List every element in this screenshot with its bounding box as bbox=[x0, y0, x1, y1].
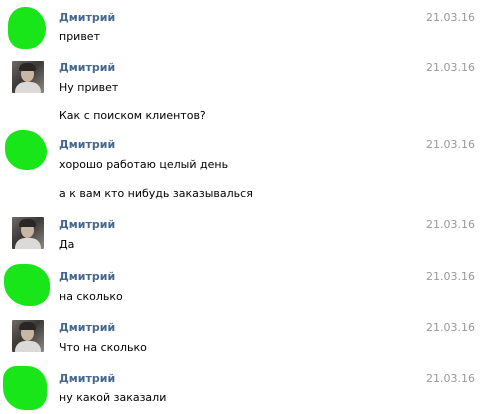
author-name[interactable]: Дмитрий bbox=[59, 138, 115, 151]
message-text: привет bbox=[59, 30, 100, 43]
redacted-avatar bbox=[8, 7, 46, 49]
redacted-avatar bbox=[3, 366, 47, 410]
redacted-avatar bbox=[4, 264, 50, 306]
message-date[interactable]: 21.03.16 bbox=[426, 372, 475, 385]
author-name[interactable]: Дмитрий bbox=[59, 270, 115, 283]
author-name[interactable]: Дмитрий bbox=[59, 61, 115, 74]
author-name[interactable]: Дмитрий bbox=[59, 11, 115, 24]
message-text: хорошо работаю целый день bbox=[59, 158, 229, 171]
message-7: Дмитрий 21.03.16 ну какой заказали bbox=[0, 366, 481, 414]
message-text: ну какой заказали bbox=[59, 391, 167, 404]
message-2: Дмитрий 21.03.16 Ну привет Как с поиском… bbox=[0, 56, 481, 130]
message-1: Дмитрий 21.03.16 привет bbox=[0, 0, 481, 56]
message-date[interactable]: 21.03.16 bbox=[426, 270, 475, 283]
message-text: Да bbox=[59, 238, 75, 251]
author-name[interactable]: Дмитрий bbox=[59, 321, 115, 334]
message-date[interactable]: 21.03.16 bbox=[426, 61, 475, 74]
message-6: Дмитрий 21.03.16 Что на сколько bbox=[0, 316, 481, 366]
author-name[interactable]: Дмитрий bbox=[59, 218, 115, 231]
message-text: Что на сколько bbox=[59, 341, 147, 354]
avatar[interactable] bbox=[12, 320, 44, 352]
message-text: на сколько bbox=[59, 290, 123, 303]
message-3: Дмитрий 21.03.16 хорошо работаю целый де… bbox=[0, 130, 481, 216]
author-name[interactable]: Дмитрий bbox=[59, 372, 115, 385]
message-5: Дмитрий 21.03.16 на сколько bbox=[0, 264, 481, 316]
message-date[interactable]: 21.03.16 bbox=[426, 321, 475, 334]
message-text: Как с поиском клиентов? bbox=[59, 109, 206, 122]
message-text: а к вам кто нибудь заказывалься bbox=[59, 187, 253, 200]
redacted-avatar bbox=[5, 130, 47, 170]
message-date[interactable]: 21.03.16 bbox=[426, 218, 475, 231]
message-date[interactable]: 21.03.16 bbox=[426, 138, 475, 151]
message-text: Ну привет bbox=[59, 81, 119, 94]
message-date[interactable]: 21.03.16 bbox=[426, 11, 475, 24]
avatar[interactable] bbox=[12, 217, 44, 249]
avatar[interactable] bbox=[12, 61, 44, 93]
message-4: Дмитрий 21.03.16 Да bbox=[0, 216, 481, 264]
